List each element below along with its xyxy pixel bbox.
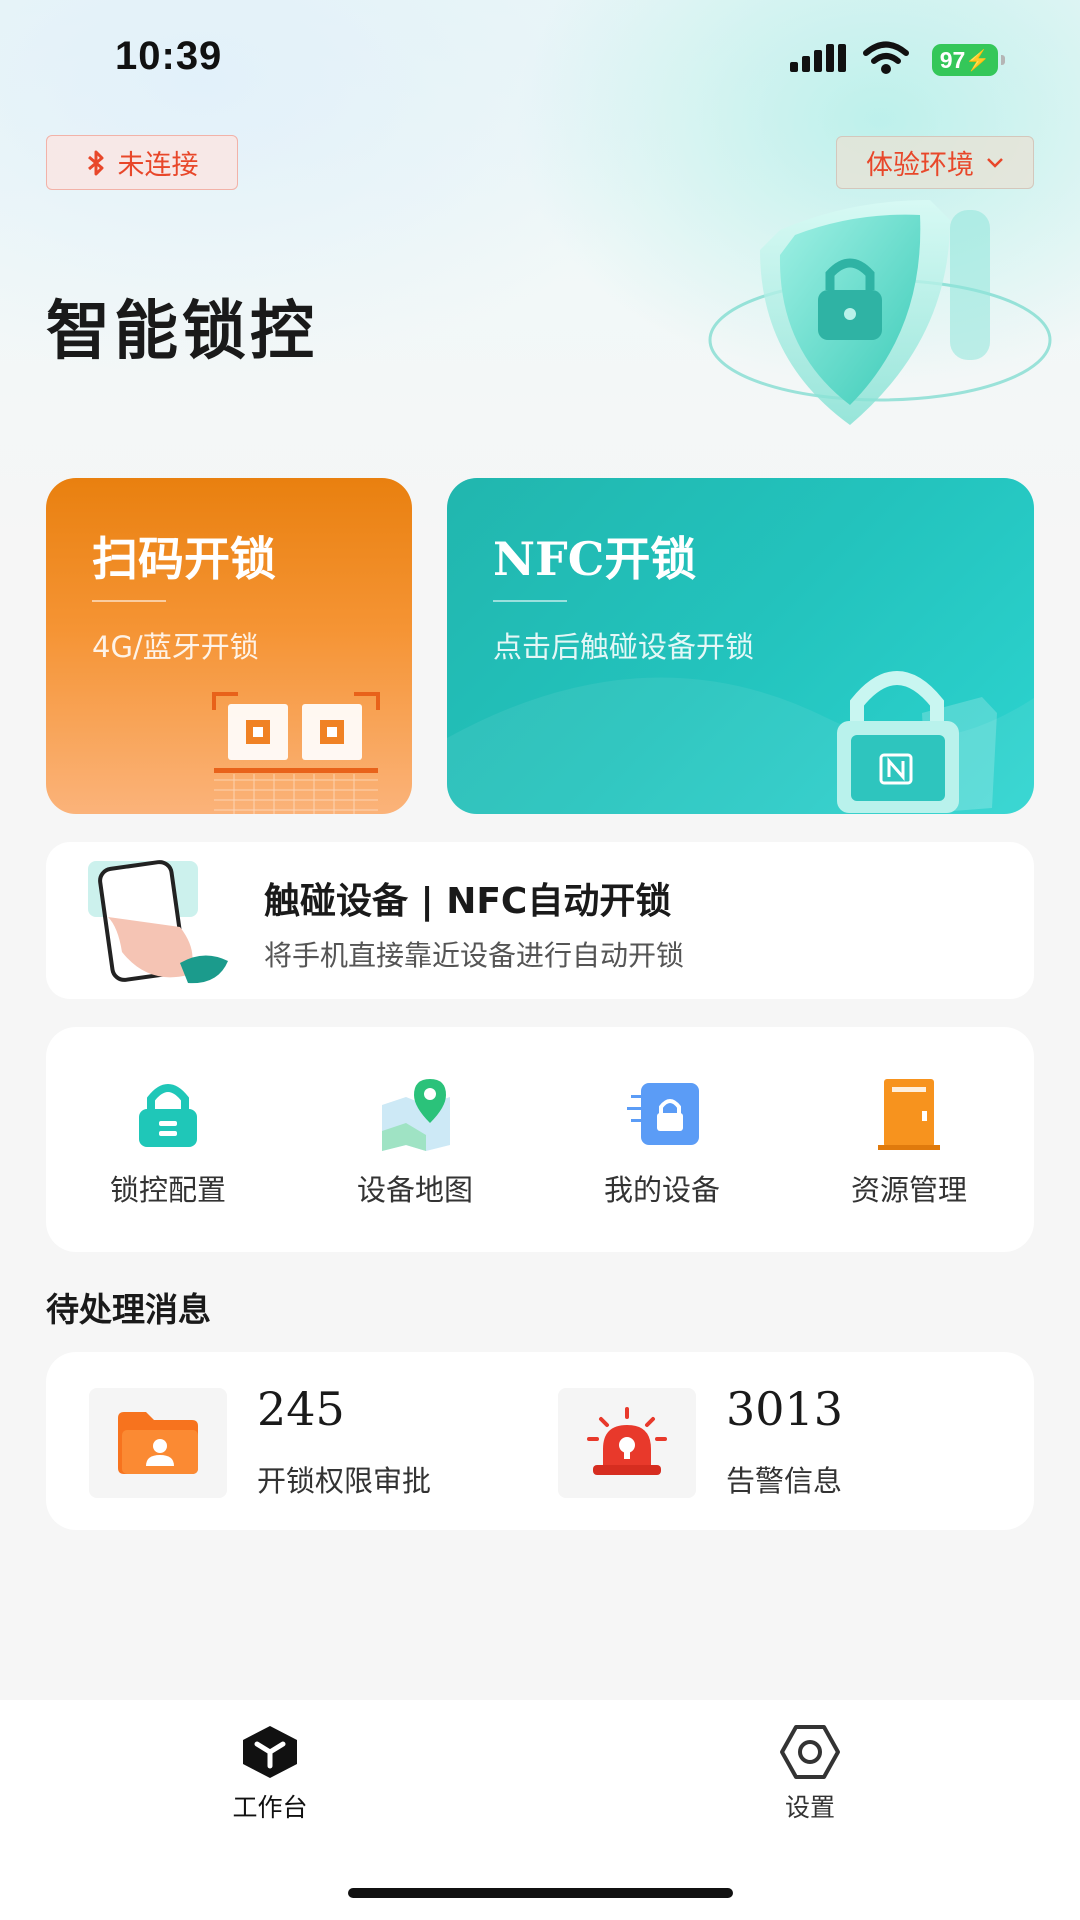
settings-icon [780, 1725, 840, 1779]
nfc-touch-banner[interactable]: 触碰设备 | NFC自动开锁 将手机直接靠近设备进行自动开锁 [46, 842, 1034, 999]
menu-resource-management[interactable]: 资源管理 [809, 1075, 1009, 1215]
touch-banner-title: 触碰设备 | NFC自动开锁 [264, 881, 672, 922]
bluetooth-icon [87, 150, 103, 175]
door-icon [878, 1079, 940, 1150]
pending-alarm-count: 3013 [726, 1382, 844, 1436]
lock-config-icon [139, 1084, 197, 1147]
battery-icon: 97 ⚡ [932, 44, 1005, 76]
cellular-signal-icon [790, 44, 846, 72]
pending-messages-card: 245 开锁权限审批 3013 告警信息 [46, 1352, 1034, 1530]
menu-resource-management-label: 资源管理 [850, 1173, 967, 1207]
menu-lock-config-label: 锁控配置 [109, 1173, 226, 1207]
touch-banner-subtitle: 将手机直接靠近设备进行自动开锁 [264, 939, 685, 972]
tab-settings[interactable]: 设置 [710, 1724, 910, 1824]
bluetooth-status-label: 未连接 [117, 150, 199, 181]
alarm-siren-icon [587, 1407, 667, 1475]
pending-alarm-icon-box [558, 1388, 696, 1498]
scan-unlock-title: 扫码开锁 [92, 532, 276, 586]
bluetooth-status-chip[interactable]: 未连接 [46, 135, 238, 190]
tab-workbench[interactable]: 工作台 [170, 1724, 370, 1824]
pending-approval-icon-box [89, 1388, 227, 1498]
workbench-icon [243, 1726, 297, 1778]
page-title: 智能锁控 [46, 295, 318, 369]
nfc-unlock-title: NFC开锁 [493, 532, 697, 586]
map-pin-icon [382, 1079, 450, 1151]
tab-workbench-label: 工作台 [232, 1793, 308, 1822]
scan-unlock-card[interactable]: 扫码开锁 4G/蓝牙开锁 [46, 478, 412, 814]
nfc-lock-icon [837, 671, 997, 813]
status-bar: 10:39 97 ⚡ [0, 0, 1080, 118]
menu-my-devices[interactable]: 我的设备 [562, 1075, 762, 1215]
menu-device-map-label: 设备地图 [356, 1173, 473, 1207]
shield-lock-illustration [708, 200, 1052, 425]
pending-section-title: 待处理消息 [46, 1290, 211, 1329]
menu-device-map[interactable]: 设备地图 [315, 1075, 515, 1215]
tab-settings-label: 设置 [784, 1793, 835, 1822]
function-menu: 锁控配置 设备地图 我的设备 资源管理 [46, 1027, 1034, 1252]
nfc-unlock-subtitle: 点击后触碰设备开锁 [493, 630, 755, 664]
scan-card-divider [92, 600, 166, 602]
nfc-unlock-card[interactable]: NFC开锁 点击后触碰设备开锁 [447, 478, 1034, 814]
nfc-card-divider [493, 600, 567, 602]
pending-alarm-label: 告警信息 [726, 1464, 843, 1498]
scan-unlock-subtitle: 4G/蓝牙开锁 [92, 630, 259, 664]
chevron-down-icon [987, 157, 1003, 168]
menu-my-devices-label: 我的设备 [603, 1173, 720, 1207]
status-time: 10:39 [115, 34, 223, 78]
folder-user-icon [118, 1412, 198, 1474]
phone-tap-icon [88, 860, 228, 984]
charging-bolt-icon: ⚡ [965, 49, 991, 72]
battery-level: 97 [939, 46, 966, 73]
environment-label: 体验环境 [866, 150, 974, 181]
pending-approval-item[interactable]: 245 开锁权限审批 [89, 1382, 509, 1498]
menu-lock-config[interactable]: 锁控配置 [68, 1075, 268, 1215]
device-lock-icon [627, 1083, 699, 1145]
qr-scan-icon [212, 692, 380, 814]
home-indicator[interactable] [348, 1888, 733, 1898]
pending-alarm-item[interactable]: 3013 告警信息 [558, 1382, 978, 1498]
pending-approval-count: 245 [257, 1382, 345, 1436]
wifi-icon [863, 41, 909, 74]
bottom-tab-bar: 工作台 设置 [0, 1700, 1080, 1920]
environment-selector[interactable]: 体验环境 [836, 136, 1034, 189]
pending-approval-label: 开锁权限审批 [257, 1464, 432, 1498]
